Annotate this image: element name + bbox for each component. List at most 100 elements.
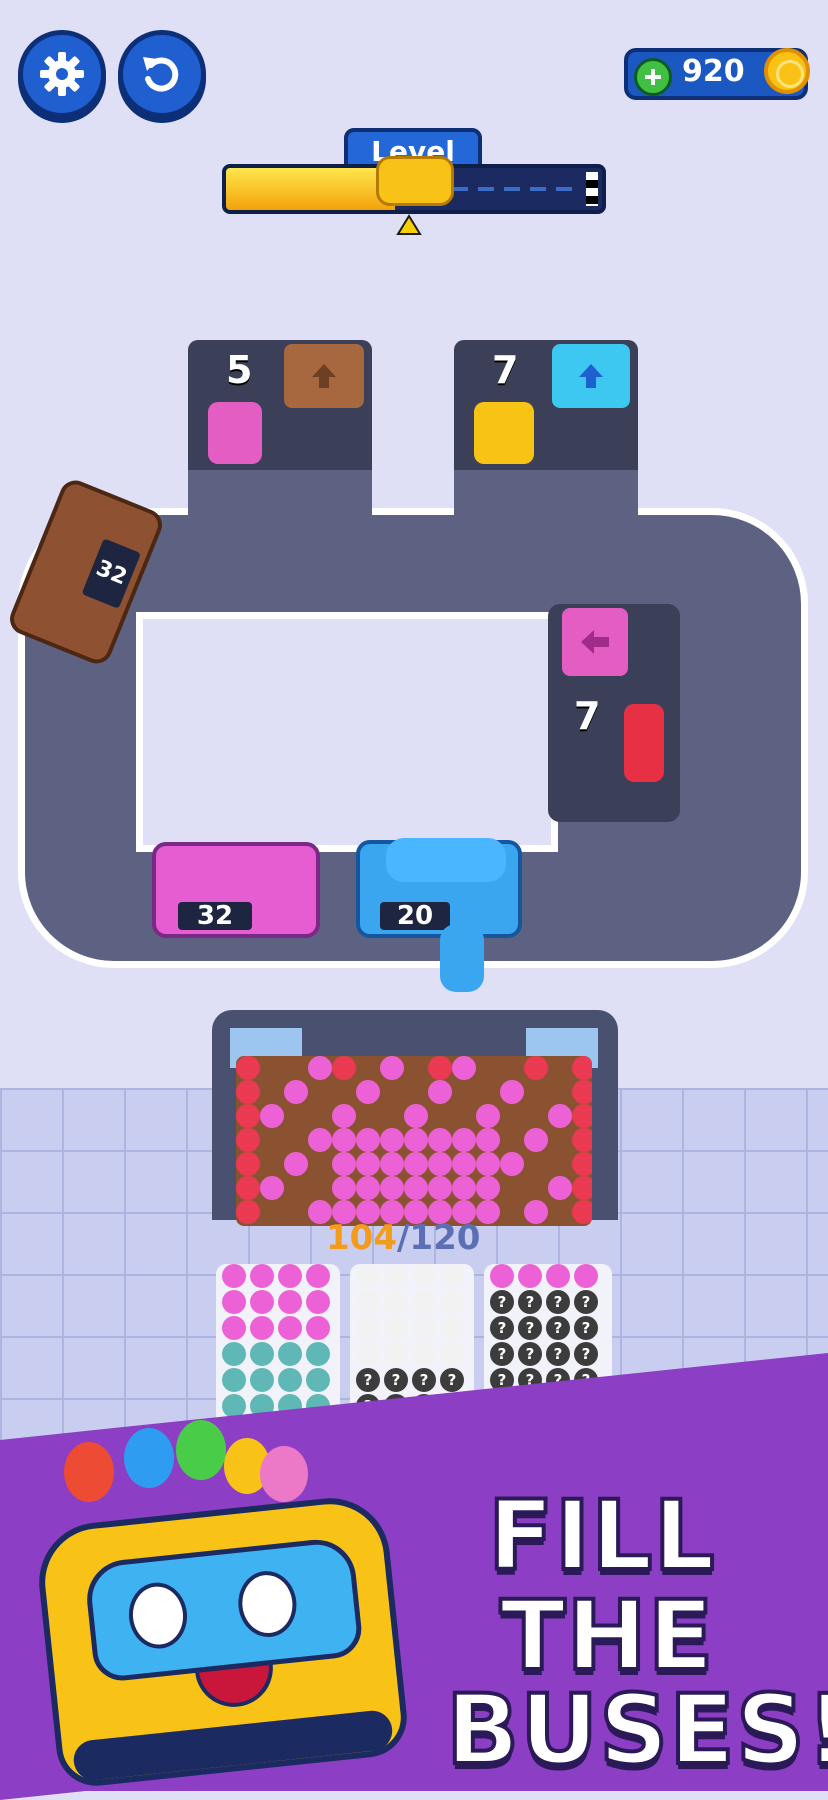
- passenger: [412, 1342, 436, 1366]
- crowd-passenger: [452, 1080, 476, 1104]
- passenger: [306, 1316, 330, 1340]
- passenger: [222, 1316, 246, 1340]
- bus-pink[interactable]: 32: [152, 842, 320, 938]
- garage-1[interactable]: 5: [188, 340, 372, 470]
- queue-filled: 104: [326, 1218, 397, 1258]
- crowd-passenger: [524, 1128, 548, 1152]
- mystery-passenger: ?: [490, 1290, 514, 1314]
- passenger: [440, 1290, 464, 1314]
- passenger: [490, 1264, 514, 1288]
- garage-2-count: 7: [492, 348, 519, 392]
- bus-blue-passengers: [386, 838, 506, 882]
- crowd-passenger: [260, 1128, 284, 1152]
- crowd-passenger: [284, 1104, 308, 1128]
- restart-button[interactable]: [118, 30, 206, 118]
- mystery-passenger: ?: [518, 1316, 542, 1340]
- mystery-passenger: ?: [518, 1342, 542, 1366]
- side-garage[interactable]: 7: [548, 604, 680, 822]
- crowd-passenger: [356, 1152, 380, 1176]
- crowd-passenger: [356, 1056, 380, 1080]
- crowd-passenger: [572, 1152, 592, 1176]
- mystery-passenger: ?: [546, 1290, 570, 1314]
- crowd-passenger: [284, 1176, 308, 1200]
- passenger: [440, 1342, 464, 1366]
- plus-icon[interactable]: [634, 58, 672, 96]
- passenger: [278, 1316, 302, 1340]
- coin-icon: [764, 48, 810, 94]
- crowd-passenger: [260, 1056, 284, 1080]
- crowd-passenger: [260, 1152, 284, 1176]
- crowd-passenger: [452, 1128, 476, 1152]
- crowd-passenger: [332, 1152, 356, 1176]
- crowd-passenger: [380, 1080, 404, 1104]
- passenger: [250, 1368, 274, 1392]
- crowd-passenger: [500, 1200, 524, 1224]
- crowd-passenger: [524, 1152, 548, 1176]
- bus-brown-number: 32: [81, 538, 142, 609]
- mystery-passenger: ?: [356, 1368, 380, 1392]
- crowd-passenger: [284, 1056, 308, 1080]
- crowd-passenger: [572, 1176, 592, 1200]
- crowd-passenger: [236, 1080, 260, 1104]
- bus-pink-number: 32: [178, 902, 252, 930]
- mystery-passenger: ?: [490, 1316, 514, 1340]
- crowd-passenger: [572, 1128, 592, 1152]
- crowd-passenger: [572, 1080, 592, 1104]
- passenger: [384, 1316, 408, 1340]
- crowd-passenger: [548, 1056, 572, 1080]
- passenger: [278, 1290, 302, 1314]
- crowd-passenger: [524, 1056, 548, 1080]
- crowd-passenger: [548, 1128, 572, 1152]
- queue-crowd: [236, 1056, 592, 1226]
- crowd-passenger: [500, 1152, 524, 1176]
- banner-line-1: FILL: [486, 1478, 717, 1594]
- crowd-passenger: [572, 1104, 592, 1128]
- crowd-passenger: [236, 1104, 260, 1128]
- crowd-passenger: [260, 1104, 284, 1128]
- crowd-passenger: [548, 1152, 572, 1176]
- crowd-passenger: [308, 1080, 332, 1104]
- crowd-passenger: [428, 1056, 452, 1080]
- crowd-passenger: [260, 1080, 284, 1104]
- yellow-car: [474, 402, 534, 464]
- crowd-passenger: [452, 1104, 476, 1128]
- passenger: [440, 1264, 464, 1288]
- garage-2-color-tag: [552, 344, 630, 408]
- passenger: [356, 1264, 380, 1288]
- crowd-passenger: [404, 1128, 428, 1152]
- crowd-passenger: [548, 1176, 572, 1200]
- garage-2[interactable]: 7: [454, 340, 638, 470]
- crowd-passenger: [476, 1128, 500, 1152]
- queue-separator: /: [396, 1218, 410, 1258]
- crowd-passenger: [308, 1152, 332, 1176]
- coin-counter: 920: [624, 48, 810, 100]
- settings-button[interactable]: [18, 30, 106, 118]
- crowd-passenger: [428, 1176, 452, 1200]
- crowd-passenger: [284, 1200, 308, 1224]
- red-car: [624, 704, 664, 782]
- crowd-passenger: [404, 1104, 428, 1128]
- passenger: [546, 1264, 570, 1288]
- arrow-left-icon: [581, 630, 609, 654]
- crowd-passenger: [524, 1176, 548, 1200]
- passenger: [574, 1264, 598, 1288]
- crowd-passenger: [524, 1080, 548, 1104]
- crowd-passenger: [284, 1128, 308, 1152]
- crowd-passenger: [380, 1152, 404, 1176]
- passenger: [222, 1368, 246, 1392]
- crowd-passenger: [308, 1104, 332, 1128]
- pink-car: [208, 402, 262, 464]
- passenger: [306, 1290, 330, 1314]
- bus-blue-number: 20: [380, 902, 450, 930]
- crowd-passenger: [236, 1056, 260, 1080]
- passenger: [250, 1264, 274, 1288]
- passenger: [356, 1316, 380, 1340]
- crowd-passenger: [524, 1200, 548, 1224]
- garage-1-color-tag: [284, 344, 364, 408]
- crowd-passenger: [236, 1152, 260, 1176]
- gear-icon: [40, 52, 84, 96]
- passenger: [384, 1264, 408, 1288]
- bus-blue[interactable]: 20: [356, 838, 522, 938]
- passenger: [306, 1368, 330, 1392]
- passenger: [356, 1290, 380, 1314]
